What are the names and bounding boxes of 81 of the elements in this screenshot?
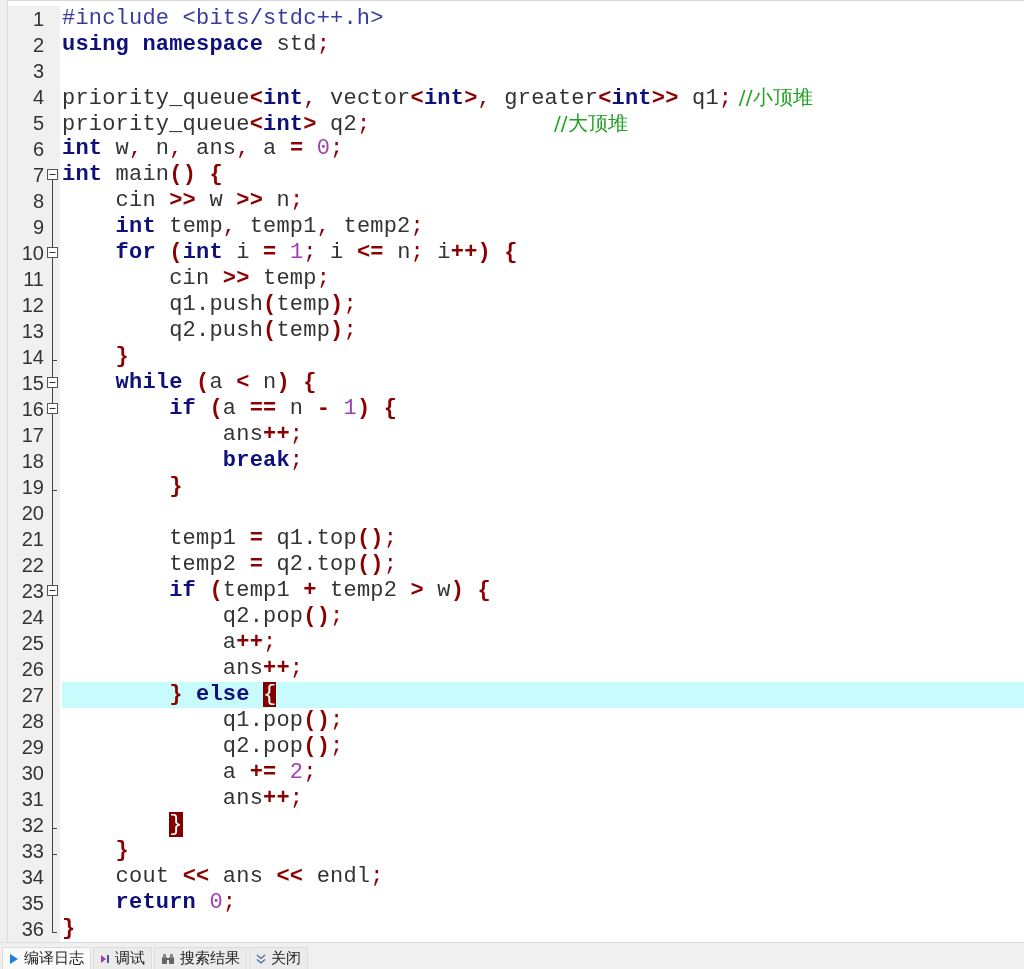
line-number: 22 (20, 553, 44, 578)
line-number: 32 (20, 813, 44, 838)
collapse-icon[interactable] (47, 585, 58, 596)
binoculars-icon (161, 952, 175, 965)
code-line: a += 2; (221, 760, 318, 786)
panel-tab[interactable]: 调试 (93, 947, 152, 969)
line-number: 17 (20, 423, 44, 448)
collapse-icon[interactable] (47, 403, 58, 414)
line-number: 7 (31, 163, 44, 188)
play-icon (9, 952, 19, 965)
line-number: 4 (31, 85, 44, 110)
line-number: 2 (31, 33, 44, 58)
code-line: cin >> temp; (168, 266, 332, 292)
code-line: ans++; (221, 786, 305, 812)
code-line: return 0; (114, 890, 238, 916)
code-line: priority_queue<int, vector<int>, greater<int>> q1; //小顶堆 (62, 84, 815, 110)
code-line: q2.pop(); (221, 604, 345, 630)
line-number: 18 (20, 449, 44, 474)
code-line: } (114, 344, 130, 370)
code-line: int main() { (62, 162, 224, 188)
line-number: 31 (20, 787, 44, 812)
collapse-icon[interactable] (47, 247, 58, 258)
line-number: 6 (31, 137, 44, 162)
code-line: cin >> w >> n; (114, 188, 305, 214)
line-number: 24 (20, 605, 44, 630)
code-line: priority_queue<int> q2; //大顶堆 (62, 110, 630, 136)
line-number: 35 (20, 891, 44, 916)
line-number: 8 (31, 189, 44, 214)
collapse-icon[interactable] (47, 377, 58, 388)
line-number: 15 (20, 371, 44, 396)
code-line: if (a == n - 1) { (168, 396, 399, 422)
line-number: 19 (20, 475, 44, 500)
code-line: while (a < n) { (114, 370, 318, 396)
line-number: 10 (20, 241, 44, 266)
panel-tab[interactable]: 关闭 (249, 947, 308, 969)
line-number: 5 (31, 111, 44, 136)
code-line: for (int i = 1; i <= n; i++) { (114, 240, 519, 266)
line-number: 1 (31, 7, 44, 32)
line-number: 26 (20, 657, 44, 682)
line-number: 28 (20, 709, 44, 734)
code-line: if (temp1 + temp2 > w) { (168, 578, 492, 604)
code-line: break; (221, 448, 305, 474)
code-line: } (62, 916, 77, 942)
code-line: using namespace std; (62, 32, 332, 58)
code-line: temp2 = q2.top(); (168, 552, 399, 578)
line-number: 14 (20, 345, 44, 370)
line-number: 9 (31, 215, 44, 240)
code-line: q1.pop(); (221, 708, 345, 734)
code-line: #include <bits/stdc++.h> (62, 6, 385, 32)
line-number: 20 (20, 501, 44, 526)
code-line: q1.push(temp); (168, 292, 358, 318)
line-number: 23 (20, 579, 44, 604)
line-number: 3 (31, 59, 44, 84)
line-number: 21 (20, 527, 44, 552)
code-line: cout << ans << endl; (114, 864, 385, 890)
code-line: ans++; (221, 422, 305, 448)
code-line: temp1 = q1.top(); (168, 526, 399, 552)
code-line: } (168, 474, 184, 500)
line-number: 33 (20, 839, 44, 864)
chevron-down-icon (256, 952, 266, 965)
line-number: 11 (22, 267, 44, 292)
panel-tab[interactable]: 搜索结果 (154, 947, 247, 969)
collapse-icon[interactable] (47, 169, 58, 180)
code-line: q2.pop(); (221, 734, 345, 760)
line-number: 16 (20, 397, 44, 422)
line-number: 25 (20, 631, 44, 656)
panel-tab[interactable]: 编译日志 (2, 947, 91, 969)
line-number: 27 (20, 683, 44, 708)
line-number: 12 (20, 293, 44, 318)
line-number: 13 (20, 319, 44, 344)
line-number: 29 (20, 735, 44, 760)
code-line: int w, n, ans, a = 0; (62, 136, 345, 162)
line-number: 36 (20, 917, 44, 942)
code-line: ans++; (221, 656, 305, 682)
code-line: int temp, temp1, temp2; (114, 214, 425, 240)
code-line: } (114, 838, 130, 864)
code-line: a++; (221, 630, 278, 656)
line-number: 30 (20, 761, 44, 786)
code-line: q2.push(temp); (168, 318, 358, 344)
debug-icon (100, 952, 110, 965)
line-number: 34 (20, 865, 44, 890)
